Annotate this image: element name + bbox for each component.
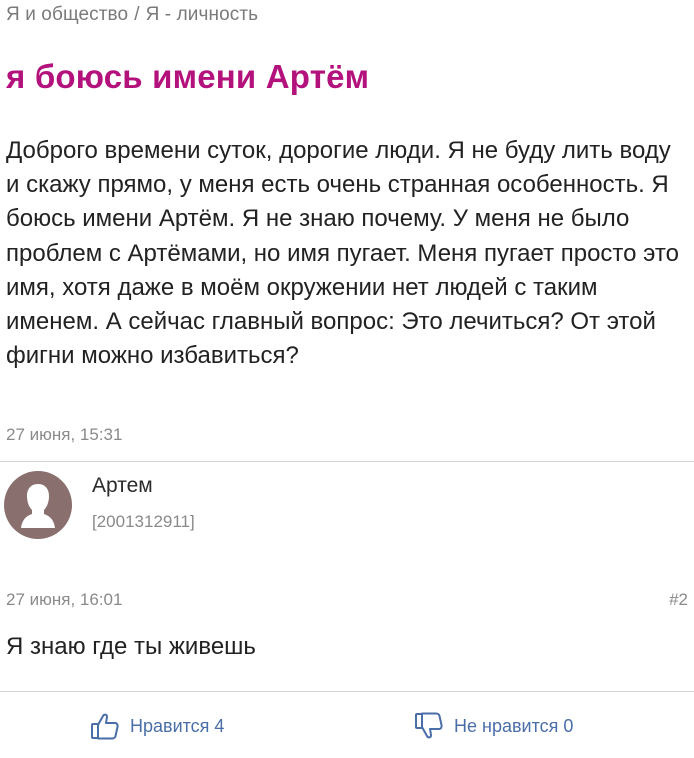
breadcrumb-separator: / <box>134 4 140 25</box>
breadcrumb-subcategory[interactable]: Я - личность <box>146 4 259 25</box>
dislike-count-label: Не нравится 0 <box>454 715 574 736</box>
breadcrumb: Я и общество / Я - личность <box>6 4 258 26</box>
reply-text: Я знаю где ты живешь <box>6 633 256 660</box>
thumbs-up-icon <box>91 713 119 740</box>
dislike-button[interactable]: Не нравится 0 <box>414 712 573 740</box>
reply-date: 27 июня, 16:01 <box>6 590 123 609</box>
reply-author-id: [2001312911] <box>92 512 195 531</box>
breadcrumb-category[interactable]: Я и общество <box>6 4 128 25</box>
reply-number-link[interactable]: #2 <box>669 590 688 610</box>
like-count-label: Нравится 4 <box>130 715 225 736</box>
post-date: 27 июня, 15:31 <box>6 425 123 444</box>
divider <box>0 691 694 692</box>
divider <box>0 461 694 462</box>
thumbs-down-icon <box>415 712 443 739</box>
user-silhouette-icon <box>21 484 55 528</box>
post-title: я боюсь имени Артём <box>6 58 370 95</box>
avatar[interactable] <box>4 471 72 539</box>
like-button[interactable]: Нравится 4 <box>90 712 224 740</box>
reply-author-link[interactable]: Артем <box>92 474 153 498</box>
post-body: Доброго времени суток, дорогие люди. Я н… <box>6 137 679 370</box>
